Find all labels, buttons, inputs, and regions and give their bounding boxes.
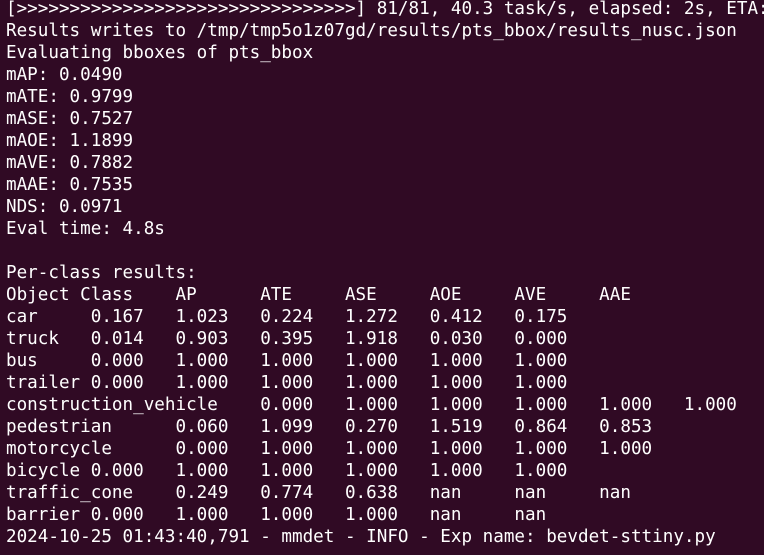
table-row: pedestrian 0.060 1.099 0.270 1.519 0.864… [6, 417, 653, 437]
per-class-heading: Per-class results: [6, 263, 197, 283]
metric-maoe: mAOE: 1.1899 [6, 131, 134, 151]
metric-mate: mATE: 0.9799 [6, 87, 134, 107]
table-row: trailer 0.000 1.000 1.000 1.000 1.000 1.… [6, 373, 568, 393]
results-path-line: Results writes to /tmp/tmp5o1z07gd/resul… [6, 21, 737, 41]
log-info-line: 2024-10-25 01:43:40,791 - mmdet - INFO -… [6, 527, 716, 547]
table-header: Object Class AP ATE ASE AOE AVE AAE [6, 285, 631, 305]
metric-mave: mAVE: 0.7882 [6, 153, 134, 173]
progress-bar-line: [>>>>>>>>>>>>>>>>>>>>>>>>>>>>>>>>] 81/81… [6, 0, 764, 19]
terminal-output: [>>>>>>>>>>>>>>>>>>>>>>>>>>>>>>>>] 81/81… [0, 0, 764, 555]
metric-maae: mAAE: 0.7535 [6, 175, 134, 195]
table-row: bicycle 0.000 1.000 1.000 1.000 1.000 1.… [6, 461, 568, 481]
metric-mase: mASE: 0.7527 [6, 109, 134, 129]
metric-map: mAP: 0.0490 [6, 65, 123, 85]
table-row: car 0.167 1.023 0.224 1.272 0.412 0.175 [6, 307, 568, 327]
table-row: truck 0.014 0.903 0.395 1.918 0.030 0.00… [6, 329, 568, 349]
table-row: motorcycle 0.000 1.000 1.000 1.000 1.000… [6, 439, 653, 459]
metric-nds: NDS: 0.0971 [6, 197, 123, 217]
table-row: construction_vehicle 0.000 1.000 1.000 1… [6, 395, 737, 415]
table-row: traffic_cone 0.249 0.774 0.638 nan nan n… [6, 483, 631, 503]
table-row: bus 0.000 1.000 1.000 1.000 1.000 1.000 [6, 351, 568, 371]
evaluating-line: Evaluating bboxes of pts_bbox [6, 43, 314, 63]
table-row: barrier 0.000 1.000 1.000 1.000 nan nan [6, 505, 547, 525]
eval-time-line: Eval time: 4.8s [6, 219, 165, 239]
